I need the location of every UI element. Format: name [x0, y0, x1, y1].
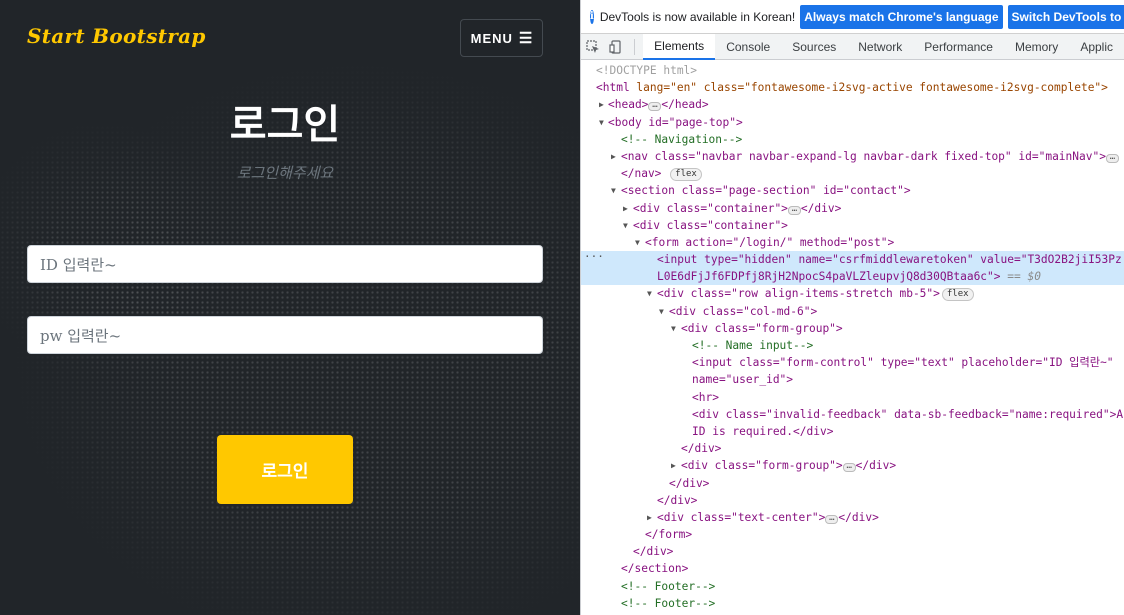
menu-button-label: MENU — [470, 30, 513, 46]
collapse-triangle-icon[interactable]: ▼ — [611, 182, 616, 199]
dom-node-row-close[interactable]: </div> — [581, 492, 1124, 509]
user-id-input[interactable]: ID 입력란~ — [27, 245, 543, 283]
dom-comment-navigation[interactable]: <!-- Navigation--> — [581, 131, 1124, 148]
dom-node-invalid-feedback-cont[interactable]: ID is required.</div> — [581, 423, 1124, 440]
collapse-triangle-icon[interactable]: ▼ — [635, 234, 640, 251]
password-placeholder: pw 입력란~ — [40, 326, 122, 345]
dom-node-section[interactable]: ▼ <section class="page-section" id="conta… — [581, 182, 1124, 199]
dom-node-form[interactable]: ▼ <form action="/login/" method="post"> — [581, 234, 1124, 251]
hamburger-icon: ☰ — [518, 30, 533, 47]
switch-language-button[interactable]: Switch DevTools to Ko — [1007, 4, 1124, 29]
dom-node-nav[interactable]: ▶ <nav class="navbar navbar-expand-lg nav… — [581, 148, 1124, 165]
dom-node-section-close[interactable]: </section> — [581, 560, 1124, 577]
ellipsis-icon[interactable]: … — [842, 462, 856, 473]
dom-node-nav-close[interactable]: </nav> flex — [581, 165, 1124, 182]
dom-node-form-group-2[interactable]: ▶ <div class="form-group">… </div> — [581, 457, 1124, 474]
dom-node-body[interactable]: ▼ <body id="page-top"> — [581, 114, 1124, 131]
page-title: 로그인 — [229, 102, 341, 148]
dom-node-col[interactable]: ▼ <div class="col-md-6"> — [581, 303, 1124, 320]
ellipsis-icon[interactable]: … — [825, 513, 839, 524]
tab-performance[interactable]: Performance — [913, 34, 1004, 60]
collapse-triangle-icon[interactable]: ▼ — [671, 320, 676, 337]
tab-elements[interactable]: Elements — [643, 33, 716, 60]
login-button[interactable]: 로그인 — [217, 435, 353, 504]
dom-node-invalid-feedback[interactable]: <div class="invalid-feedback" data-sb-fe… — [581, 406, 1124, 423]
dom-node-col-close[interactable]: </div> — [581, 475, 1124, 492]
user-id-placeholder: ID 입력란~ — [40, 255, 117, 274]
flex-badge[interactable]: flex — [670, 168, 702, 182]
dom-node-form-group[interactable]: ▼ <div class="form-group"> — [581, 320, 1124, 337]
tab-separator — [634, 38, 636, 55]
dom-node-text-center[interactable]: ▶ <div class="text-center">… </div> — [581, 509, 1124, 526]
collapse-triangle-icon[interactable]: ▼ — [647, 285, 652, 302]
tab-sources[interactable]: Sources — [781, 34, 847, 60]
collapse-triangle-icon[interactable]: ▼ — [599, 114, 604, 131]
expand-triangle-icon[interactable]: ▶ — [671, 457, 676, 474]
dom-node-csrf-input-cont[interactable]: L0E6dFjJf6FDPfj8RjH2NpocS4paVLZleupvjQ8d… — [581, 268, 1124, 286]
match-language-button[interactable]: Always match Chrome's language — [800, 4, 1003, 29]
ellipsis-icon[interactable]: … — [787, 204, 801, 215]
dom-node-user-id-input[interactable]: <input class="form-control" type="text" … — [581, 354, 1124, 371]
page-subtitle: 로그인해주세요 — [236, 164, 334, 182]
menu-button[interactable]: MENU ☰ — [460, 19, 543, 57]
inspect-element-icon[interactable] — [581, 34, 605, 60]
dom-tree: <!DOCTYPE html> <html lang="en" class="f… — [581, 60, 1124, 612]
devtools-tabbar: Elements Console Sources Network Perform… — [581, 33, 1124, 60]
expand-triangle-icon[interactable]: ▶ — [647, 509, 652, 526]
dom-node-head[interactable]: ▶ <head>… </head> — [581, 96, 1124, 113]
dom-node-csrf-input-selected[interactable]: ··· <input type="hidden" name="csrfmiddle… — [581, 248, 1124, 269]
language-infobar: i DevTools is now available in Korean! A… — [581, 0, 1124, 34]
ellipsis-icon[interactable]: … — [1105, 152, 1119, 163]
more-options-icon[interactable]: ··· — [584, 248, 604, 265]
tab-application[interactable]: Applic — [1069, 34, 1124, 60]
devtools-panel: i DevTools is now available in Korean! A… — [580, 0, 1124, 615]
infobar-message: DevTools is now available in Korean! — [599, 9, 796, 24]
dom-comment-footer-1[interactable]: <!-- Footer--> — [581, 578, 1124, 595]
navbar-brand[interactable]: Start Bootstrap — [27, 24, 206, 48]
expand-triangle-icon[interactable]: ▶ — [611, 148, 616, 165]
dom-node-doctype[interactable]: <!DOCTYPE html> — [581, 62, 1124, 79]
dom-node-row[interactable]: ▼ <div class="row align-items-stretch mb-… — [581, 285, 1124, 302]
dom-comment-name-input[interactable]: <!-- Name input--> — [581, 337, 1124, 354]
flex-badge[interactable]: flex — [941, 288, 974, 302]
info-icon: i — [590, 9, 594, 24]
dom-node-hr[interactable]: <hr> — [581, 389, 1124, 406]
dom-node-container-close[interactable]: </div> — [581, 543, 1124, 560]
tab-console[interactable]: Console — [715, 34, 781, 60]
collapse-triangle-icon[interactable]: ▼ — [623, 217, 628, 234]
expand-triangle-icon[interactable]: ▶ — [623, 200, 628, 217]
dom-node-user-id-input-cont[interactable]: name="user_id"> — [581, 371, 1124, 388]
dom-node-container-2[interactable]: ▼ <div class="container"> — [581, 217, 1124, 234]
tab-network[interactable]: Network — [847, 34, 913, 60]
dom-node-form-close[interactable]: </form> — [581, 526, 1124, 543]
ellipsis-icon[interactable]: … — [648, 101, 662, 112]
collapse-triangle-icon[interactable]: ▼ — [659, 303, 664, 320]
dom-node-container-1[interactable]: ▶ <div class="container">… </div> — [581, 200, 1124, 217]
dom-node-html[interactable]: <html lang="en" class="fontawesome-i2svg… — [581, 79, 1124, 96]
device-toolbar-icon[interactable] — [605, 34, 629, 60]
tab-memory[interactable]: Memory — [1004, 34, 1069, 60]
dom-comment-footer-2[interactable]: <!-- Footer--> — [581, 595, 1124, 612]
dom-node-form-group-close[interactable]: </div> — [581, 440, 1124, 457]
password-input[interactable]: pw 입력란~ — [27, 316, 543, 354]
expand-triangle-icon[interactable]: ▶ — [599, 96, 604, 113]
website-viewport: Start Bootstrap MENU ☰ 로그인 로그인해주세요 ID 입력… — [0, 0, 580, 615]
